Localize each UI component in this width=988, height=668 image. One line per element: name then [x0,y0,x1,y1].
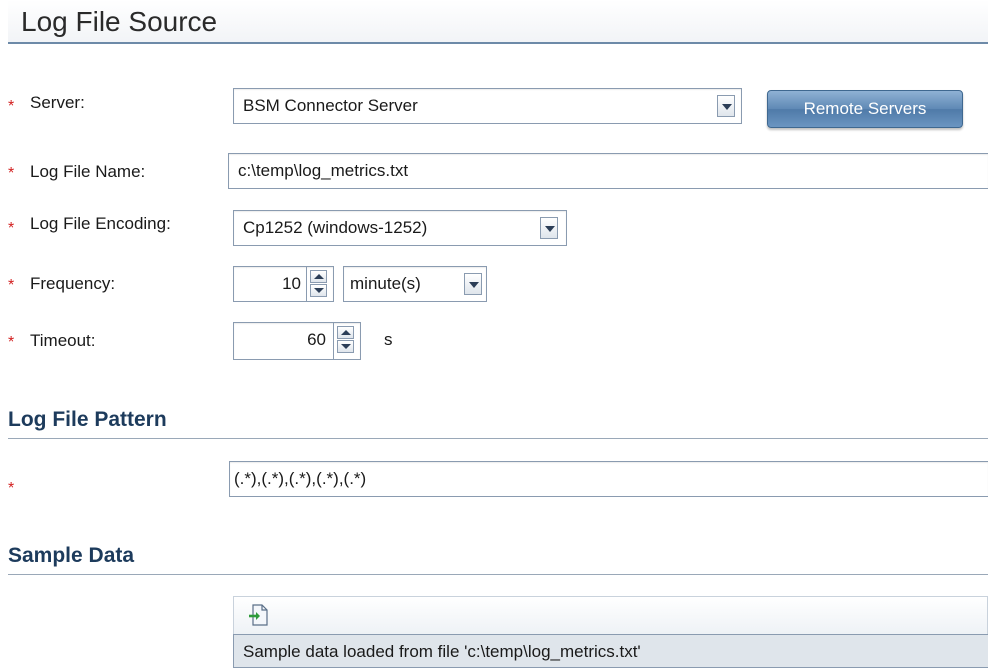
timeout-input[interactable]: 60 [233,322,361,360]
encoding-select[interactable]: Cp1252 (windows-1252) [233,210,567,246]
sample-data-title: Sample Data [8,544,135,567]
frequency-decrement-button[interactable] [310,284,327,297]
encoding-dropdown-button[interactable] [540,217,558,239]
page-title: Log File Source [21,6,218,37]
sample-data-header: Sample Data [8,544,988,575]
timeout-spinner[interactable] [333,323,357,359]
log-file-pattern-value: (.*),(.*),(.*),(.*),(.*) [234,469,367,488]
sample-data-status-text: Sample data loaded from file 'c:\temp\lo… [243,642,641,661]
encoding-label: Log File Encoding: [30,214,171,233]
chevron-down-icon [722,104,732,110]
server-select[interactable]: BSM Connector Server [233,88,742,124]
timeout-label: Timeout: [30,331,96,350]
frequency-unit-value: minute(s) [350,274,421,293]
caret-up-icon [341,330,351,335]
log-file-pattern-input[interactable]: (.*),(.*),(.*),(.*),(.*) [229,461,988,497]
frequency-input[interactable]: 10 [233,266,334,302]
required-marker: * [8,165,15,182]
log-file-pattern-header: Log File Pattern [8,408,988,439]
timeout-unit-label: s [384,330,393,349]
server-label: Server: [30,93,85,112]
log-file-name-value: c:\temp\log_metrics.txt [238,161,409,180]
frequency-spinner[interactable] [306,267,330,301]
frequency-unit-select[interactable]: minute(s) [343,266,487,302]
frequency-label: Frequency: [30,274,116,293]
sample-data-toolbar [233,596,988,634]
frequency-increment-button[interactable] [310,270,327,283]
sample-data-status: Sample data loaded from file 'c:\temp\lo… [233,634,988,668]
timeout-value: 60 [307,330,326,349]
server-dropdown-button[interactable] [717,95,735,117]
encoding-select-value: Cp1252 (windows-1252) [243,218,428,237]
remote-servers-button[interactable]: Remote Servers [767,90,963,128]
chevron-down-icon [545,226,555,232]
log-file-name-label: Log File Name: [30,162,146,181]
load-sample-file-icon[interactable] [248,604,268,626]
log-file-pattern-title: Log File Pattern [8,408,167,431]
server-select-value: BSM Connector Server [243,96,418,115]
frequency-value: 10 [282,274,301,293]
required-marker: * [8,480,15,497]
frequency-row: * Frequency: [0,267,988,307]
timeout-increment-button[interactable] [337,326,354,339]
caret-down-icon [341,344,351,349]
chevron-down-icon [469,282,479,288]
required-marker: * [8,334,15,351]
required-marker: * [8,98,15,115]
caret-down-icon [314,288,324,293]
required-marker: * [8,277,15,294]
caret-up-icon [314,274,324,279]
timeout-row: * Timeout: [0,324,988,364]
log-file-name-input[interactable]: c:\temp\log_metrics.txt [228,153,988,189]
required-marker: * [8,220,15,237]
frequency-unit-dropdown-button[interactable] [464,273,482,295]
page-title-bar: Log File Source [8,0,988,44]
timeout-decrement-button[interactable] [337,340,354,353]
